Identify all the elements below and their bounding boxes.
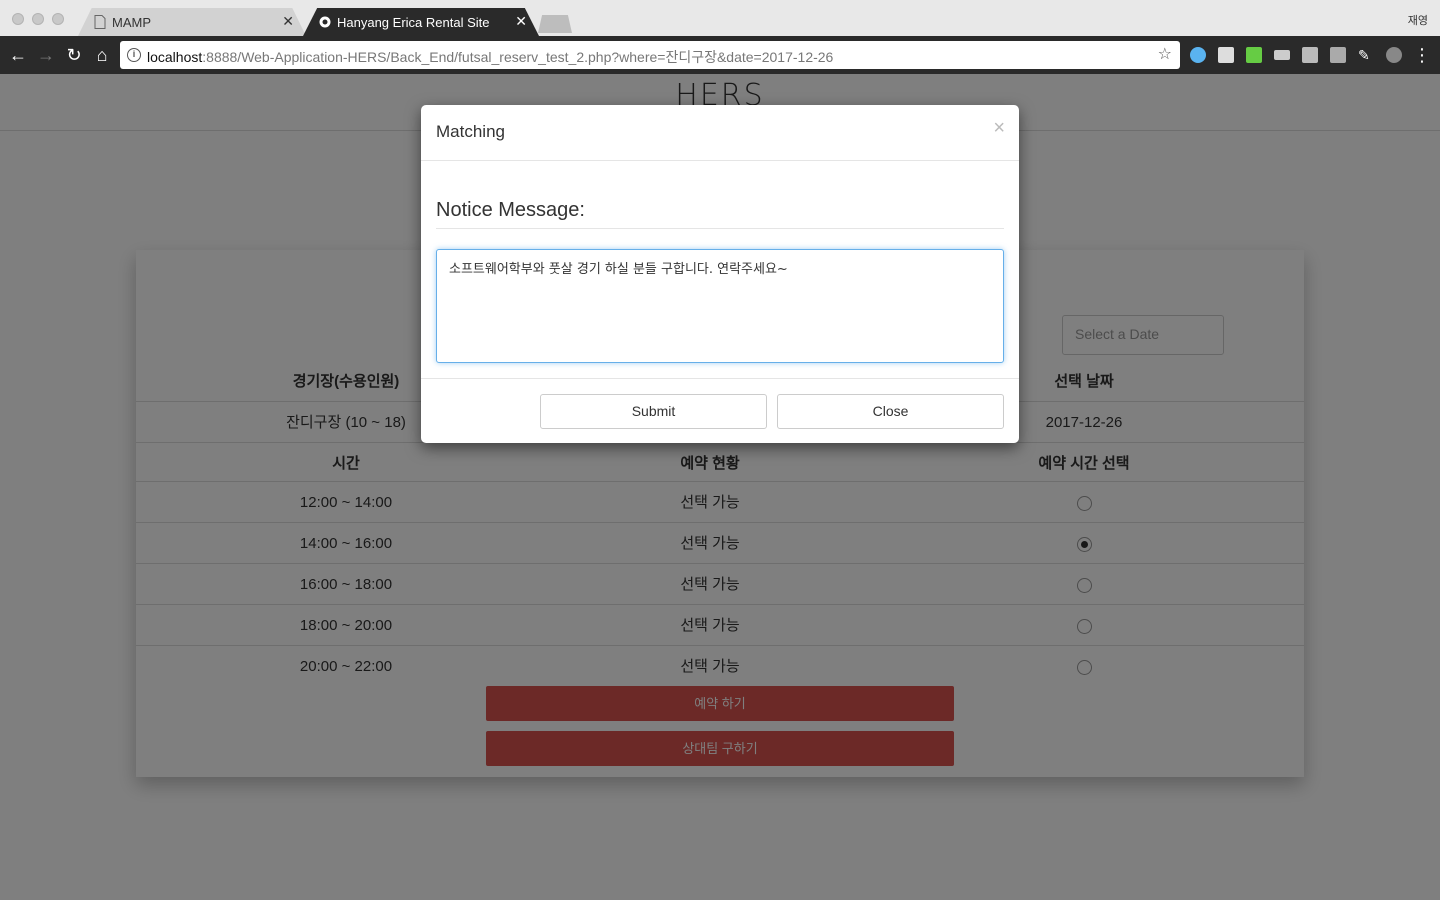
tab-title: Hanyang Erica Rental Site (337, 14, 490, 30)
extension-diamond-icon[interactable] (1190, 47, 1206, 63)
info-icon[interactable]: i (127, 48, 141, 62)
window-minimize-button[interactable] (32, 13, 44, 25)
home-icon[interactable]: ⌂ (92, 45, 112, 65)
modal-header: Matching × (421, 105, 1019, 161)
close-icon[interactable]: ✕ (515, 14, 527, 28)
window-zoom-button[interactable] (52, 13, 64, 25)
close-button[interactable]: Close (777, 394, 1004, 429)
extension-icon[interactable] (1302, 47, 1318, 63)
extension-icon[interactable] (1330, 47, 1346, 63)
notice-label: Notice Message: (436, 199, 585, 221)
url-text[interactable]: localhost:8888/Web-Application-HERS/Back… (147, 47, 833, 67)
address-bar[interactable]: i localhost:8888/Web-Application-HERS/Ba… (120, 41, 1180, 69)
browser-tab-hers[interactable]: Hanyang Erica Rental Site ✕ (303, 8, 539, 36)
site-favicon-icon (319, 16, 331, 28)
document-icon (94, 15, 106, 29)
new-tab-button[interactable] (538, 15, 572, 33)
notice-message-textarea[interactable]: 소프트웨어학부와 풋살 경기 하실 분들 구합니다. 연락주세요~ (436, 249, 1004, 363)
modal-title: Matching (436, 122, 505, 141)
menu-kebab-icon[interactable]: ⋮ (1412, 45, 1432, 65)
bookmark-star-icon[interactable]: ☆ (1158, 44, 1172, 64)
extension-icon[interactable] (1246, 47, 1262, 63)
back-arrow-icon[interactable]: ← (8, 45, 28, 65)
submit-button[interactable]: Submit (540, 394, 767, 429)
extension-mail-icon[interactable] (1274, 50, 1290, 60)
extension-icon[interactable] (1218, 47, 1234, 63)
browser-tab-mamp[interactable]: MAMP ✕ (78, 8, 306, 36)
close-icon[interactable]: × (993, 117, 1005, 140)
tab-title: MAMP (112, 14, 151, 30)
reload-icon[interactable]: ↻ (64, 45, 84, 65)
matching-modal: Matching × Notice Message: 소프트웨어학부와 풋살 경… (421, 105, 1019, 443)
close-icon[interactable]: ✕ (282, 14, 294, 28)
extension-brush-icon[interactable]: ✎ (1358, 47, 1374, 63)
profile-name[interactable]: 재영 (1408, 12, 1428, 28)
browser-toolbar: ← → ↻ ⌂ i localhost:8888/Web-Application… (0, 36, 1440, 74)
divider (436, 228, 1004, 229)
forward-arrow-icon[interactable]: → (36, 45, 56, 65)
window-titlebar: MAMP ✕ Hanyang Erica Rental Site ✕ 재영 (0, 0, 1440, 36)
extension-icon[interactable] (1386, 47, 1402, 63)
divider (421, 378, 1019, 379)
window-close-button[interactable] (12, 13, 24, 25)
